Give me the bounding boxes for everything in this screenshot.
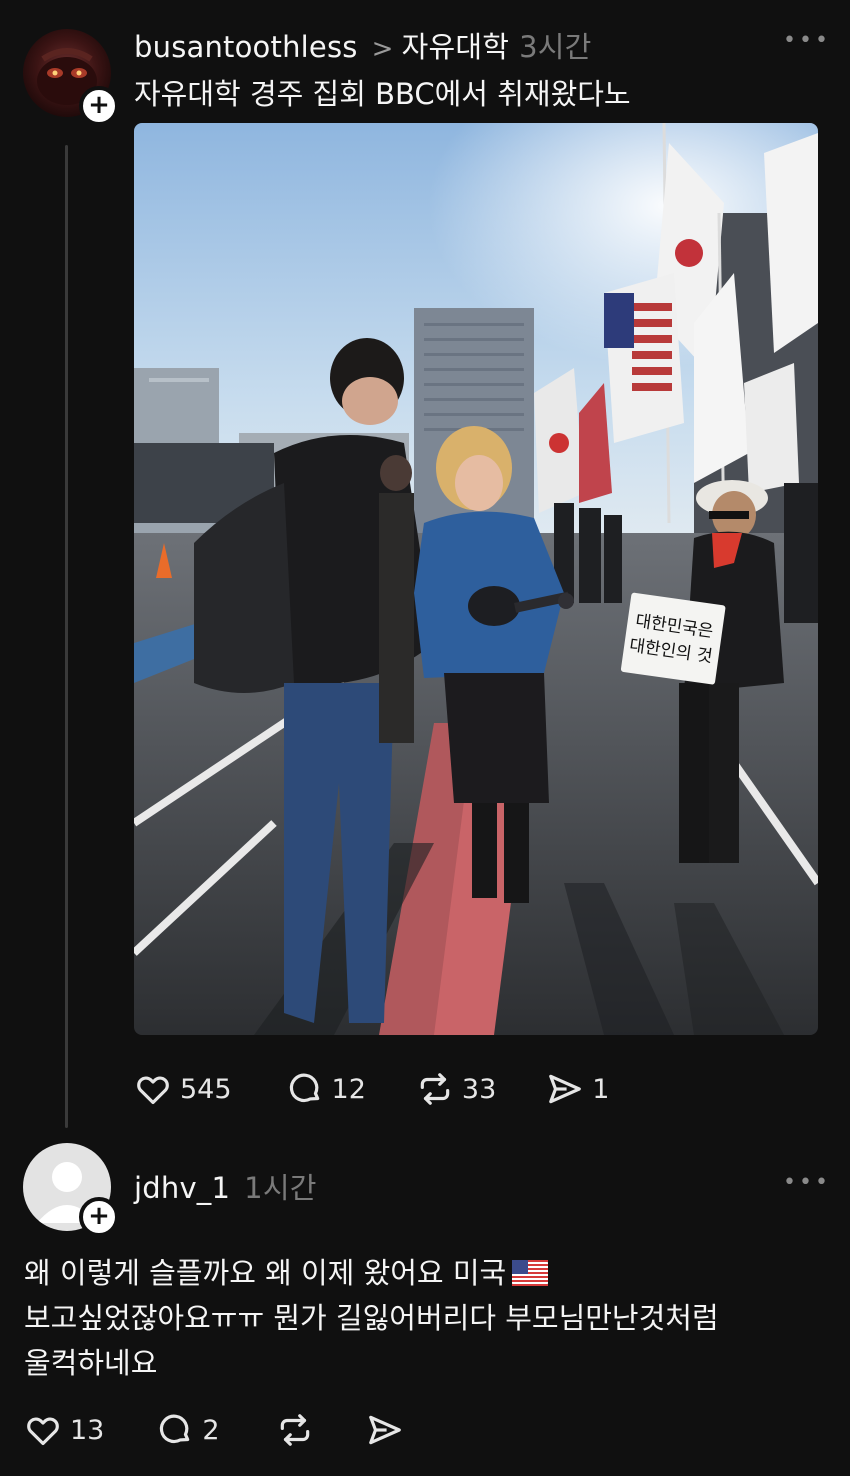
comment-bubble-icon [289, 1073, 319, 1103]
comment-button[interactable]: 2 [156, 1411, 220, 1449]
share-button[interactable]: 1 [546, 1070, 609, 1108]
comment-button[interactable]: 12 [286, 1070, 366, 1108]
heart-icon [27, 1417, 59, 1446]
comment-bubble-icon [160, 1414, 190, 1444]
reply-line-2: 보고싶었잖아요ㅠㅠ 뭔가 길잃어버리다 부모님만난것처럼 [24, 1301, 719, 1335]
comment-count: 2 [202, 1414, 220, 1446]
more-options-icon[interactable]: ••• [783, 1170, 831, 1195]
share-button[interactable] [366, 1411, 404, 1449]
post-title: 자유대학 경주 집회 BBC에서 취재왔다노 [134, 77, 631, 111]
post-header: busantoothless > 자유대학 3시간 [134, 24, 592, 66]
post-photo[interactable]: 대한민국은 대한인의 것 [134, 123, 818, 1035]
post-time: 3시간 [519, 30, 592, 64]
reply-line-3: 울컥하네요 [24, 1346, 158, 1380]
send-icon [549, 1074, 582, 1104]
thread-page: + busantoothless > 자유대학 3시간 ••• 자유대학 경주 … [0, 0, 850, 1476]
follow-plus-icon[interactable]: + [79, 1197, 119, 1237]
reply-line-1-text: 왜 이렇게 슬플까요 왜 이제 왔어요 미국 [24, 1256, 507, 1290]
chevron-right-icon: > [371, 34, 394, 64]
reply-text: 왜 이렇게 슬플까요 왜 이제 왔어요 미국 보고싶었잖아요ㅠㅠ 뭔가 길잃어버… [24, 1251, 824, 1386]
repost-button[interactable]: 33 [416, 1070, 496, 1108]
repost-count: 33 [461, 1073, 497, 1105]
repost-icon [280, 1414, 309, 1446]
repost-icon [420, 1073, 450, 1105]
like-button[interactable]: 13 [24, 1411, 104, 1449]
reply-line-1: 왜 이렇게 슬플까요 왜 이제 왔어요 미국 [24, 1251, 824, 1296]
heart-icon [137, 1076, 169, 1105]
share-count: 1 [592, 1073, 610, 1105]
comment-count: 12 [331, 1073, 366, 1105]
thread-connector-line [65, 145, 68, 1128]
like-count: 545 [180, 1073, 232, 1105]
follow-plus-icon[interactable]: + [79, 86, 119, 126]
send-icon [368, 1415, 401, 1445]
like-count: 13 [70, 1414, 105, 1446]
post-actions: 545 12 33 1 [134, 1070, 609, 1108]
more-options-icon[interactable]: ••• [783, 28, 831, 53]
us-flag-icon [512, 1260, 549, 1286]
reply-username[interactable]: jdhv_1 [134, 1171, 230, 1205]
like-button[interactable]: 545 [134, 1070, 232, 1108]
community-name[interactable]: 자유대학 [402, 24, 510, 66]
reply-actions: 13 2 [24, 1411, 404, 1449]
reply-time: 1시간 [244, 1171, 317, 1205]
repost-button[interactable] [276, 1411, 314, 1449]
post-username[interactable]: busantoothless [134, 30, 358, 64]
reply-header: jdhv_1 1시간 [134, 1165, 317, 1207]
